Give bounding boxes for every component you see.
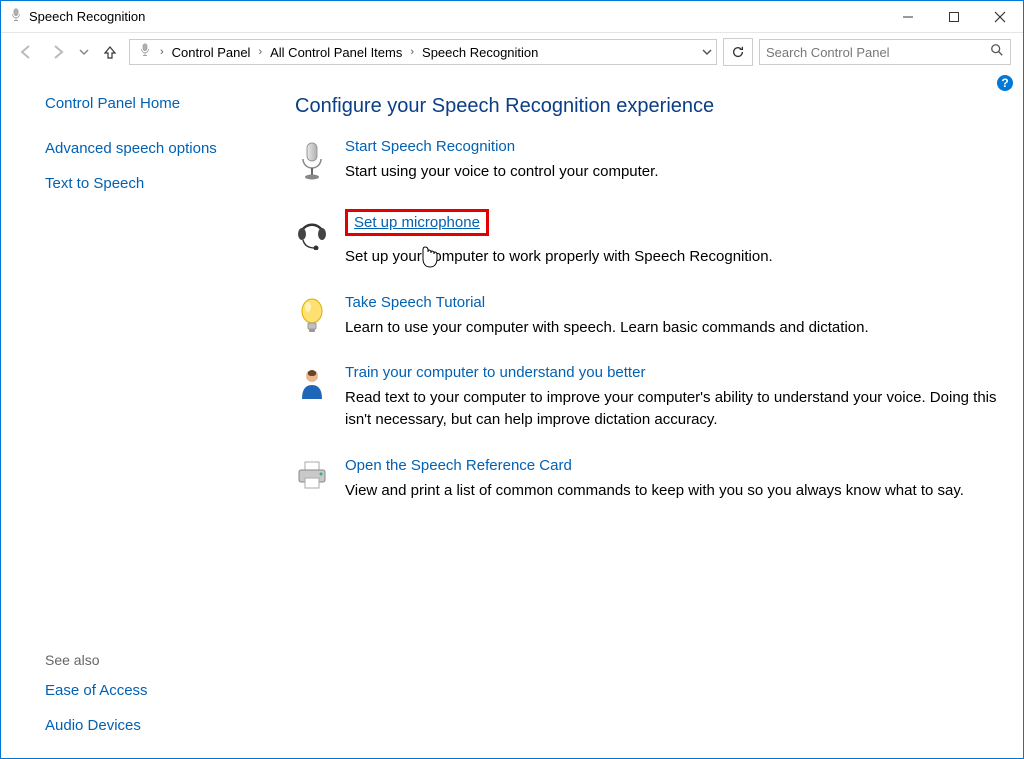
audio-devices-link[interactable]: Audio Devices — [45, 717, 273, 734]
entry-start-speech: Start Speech Recognition Start using you… — [295, 138, 1003, 183]
highlight-box: Set up microphone — [345, 209, 489, 236]
entry-description: Start using your voice to control your c… — [345, 161, 1003, 183]
entry-description: Set up your computer to work properly wi… — [345, 246, 1003, 268]
control-panel-home-link[interactable]: Control Panel Home — [45, 95, 273, 112]
refresh-button[interactable] — [723, 38, 753, 66]
train-computer-link[interactable]: Train your computer to understand you be… — [345, 364, 645, 381]
search-icon — [990, 43, 1004, 61]
lightbulb-icon — [295, 294, 329, 335]
entry-description: Read text to your computer to improve yo… — [345, 387, 1003, 431]
printer-icon — [295, 457, 329, 490]
window: Speech Recognition — [0, 0, 1024, 759]
search-input[interactable]: Search Control Panel — [759, 39, 1011, 65]
entry-description: Learn to use your computer with speech. … — [345, 317, 1003, 339]
advanced-speech-options-link[interactable]: Advanced speech options — [45, 140, 273, 157]
chevron-right-icon: › — [254, 46, 266, 58]
minimize-button[interactable] — [885, 1, 931, 32]
back-button[interactable] — [13, 39, 39, 65]
chevron-down-icon[interactable] — [702, 44, 712, 61]
chevron-right-icon: › — [406, 46, 418, 58]
person-icon — [295, 364, 329, 401]
search-placeholder: Search Control Panel — [766, 45, 990, 60]
breadcrumb-speech-recognition[interactable]: Speech Recognition — [418, 45, 542, 60]
open-reference-card-link[interactable]: Open the Speech Reference Card — [345, 457, 572, 474]
titlebar: Speech Recognition — [1, 1, 1023, 33]
headset-icon — [295, 209, 329, 250]
content-body: ? Control Panel Home Advanced speech opt… — [1, 71, 1023, 758]
entry-reference-card: Open the Speech Reference Card View and … — [295, 457, 1003, 502]
recent-dropdown[interactable] — [77, 39, 91, 65]
breadcrumb-control-panel[interactable]: Control Panel — [168, 45, 255, 60]
text-to-speech-link[interactable]: Text to Speech — [45, 175, 273, 192]
setup-microphone-link[interactable]: Set up microphone — [354, 214, 480, 231]
main-panel: Configure your Speech Recognition experi… — [273, 71, 1023, 758]
microphone-icon — [295, 138, 329, 181]
close-button[interactable] — [977, 1, 1023, 32]
maximize-button[interactable] — [931, 1, 977, 32]
window-title: Speech Recognition — [29, 9, 145, 24]
take-tutorial-link[interactable]: Take Speech Tutorial — [345, 294, 485, 311]
chevron-right-icon: › — [156, 46, 168, 58]
see-also-header: See also — [45, 652, 273, 668]
start-speech-recognition-link[interactable]: Start Speech Recognition — [345, 138, 515, 155]
address-row: › Control Panel › All Control Panel Item… — [1, 33, 1023, 71]
page-title: Configure your Speech Recognition experi… — [295, 95, 1003, 118]
entry-tutorial: Take Speech Tutorial Learn to use your c… — [295, 294, 1003, 339]
entry-description: View and print a list of common commands… — [345, 480, 1003, 502]
entry-train: Train your computer to understand you be… — [295, 364, 1003, 431]
left-panel: Control Panel Home Advanced speech optio… — [1, 71, 273, 758]
up-button[interactable] — [97, 39, 123, 65]
entry-setup-microphone: Set up microphone Set up your computer t… — [295, 209, 1003, 268]
ease-of-access-link[interactable]: Ease of Access — [45, 682, 273, 699]
forward-button[interactable] — [45, 39, 71, 65]
microphone-icon — [9, 8, 23, 26]
microphone-icon — [138, 43, 152, 61]
breadcrumb-all-items[interactable]: All Control Panel Items — [266, 45, 406, 60]
address-box[interactable]: › Control Panel › All Control Panel Item… — [129, 39, 717, 65]
